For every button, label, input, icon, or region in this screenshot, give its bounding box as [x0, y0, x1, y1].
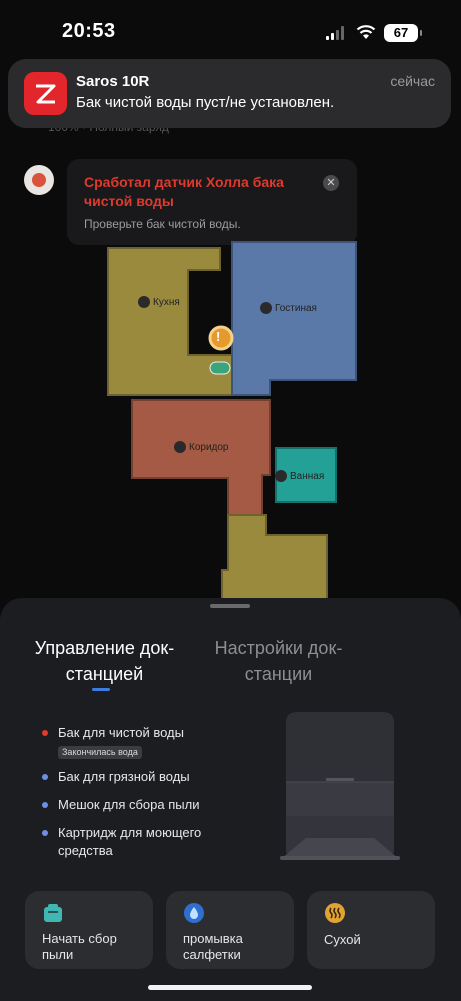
room-hall-area — [221, 514, 328, 601]
water-drop-icon — [184, 903, 204, 923]
room-name: Гостиная — [275, 302, 317, 314]
action-label: Начать сбор пыли — [42, 931, 117, 962]
dock-station-image — [280, 712, 400, 860]
dock-status-list: Бак для чистой воды Закончилась вода Бак… — [40, 724, 265, 860]
room-label-bathroom[interactable]: Ванная — [275, 470, 324, 482]
wifi-icon — [356, 25, 376, 39]
robot-icon — [32, 173, 46, 187]
home-indicator[interactable] — [148, 985, 312, 990]
alert-title: Сработал датчик Холла бака чистой воды — [84, 174, 284, 209]
warning-icon[interactable]: ! — [216, 329, 220, 344]
notification-app-name: Saros 10R — [76, 73, 150, 90]
heat-waves-icon — [325, 903, 345, 923]
action-label: промывка салфетки — [183, 931, 243, 962]
active-tab-indicator — [92, 688, 110, 691]
dust-bin-icon — [44, 904, 62, 922]
close-icon[interactable]: ✕ — [323, 175, 339, 191]
room-label-kitchen[interactable]: Кухня — [138, 296, 180, 308]
status-detergent-cartridge: Картридж для моющего средства — [40, 824, 230, 860]
dock-marker — [209, 361, 231, 375]
start-dust-collection-button[interactable]: Начать сбор пыли — [25, 891, 153, 969]
tab-dock-settings[interactable]: Настройки док-станции — [196, 635, 361, 687]
status-dot-ok — [42, 802, 48, 808]
floor-map[interactable]: Кухня Гостиная Коридор Ванная ! — [0, 230, 461, 610]
room-label-living[interactable]: Гостиная — [260, 302, 317, 314]
sheet-grabber[interactable] — [210, 604, 250, 608]
tab-dock-control[interactable]: Управление док-станцией — [22, 635, 187, 687]
room-name: Коридор — [189, 441, 229, 453]
status-label: Бак для чистой воды — [58, 725, 184, 740]
dock-bottom-sheet: Управление док-станцией Настройки док-ст… — [0, 598, 461, 1001]
status-clean-water-tank: Бак для чистой воды Закончилась вода — [40, 724, 265, 760]
status-label: Мешок для сбора пыли — [58, 797, 200, 812]
room-name: Кухня — [153, 296, 180, 308]
floor-map-canvas — [107, 241, 357, 601]
action-label: Сухой — [324, 932, 361, 947]
status-dot-error — [42, 730, 48, 736]
room-living-area — [231, 241, 357, 396]
status-dirty-water-tank: Бак для грязной воды — [40, 768, 265, 786]
kitchen-icon — [138, 296, 150, 308]
notification-message: Бак чистой воды пуст/не установлен. — [76, 94, 335, 111]
status-label: Картридж для моющего средства — [58, 825, 202, 858]
room-name: Ванная — [290, 470, 325, 482]
room-label-corridor[interactable]: Коридор — [174, 441, 229, 453]
sofa-icon — [260, 302, 272, 314]
push-notification[interactable]: Saros 10R Бак чистой воды пуст/не устано… — [8, 59, 451, 128]
door-icon — [174, 441, 186, 453]
roborock-logo-icon — [36, 84, 56, 104]
notification-time: сейчас — [390, 73, 435, 89]
status-dot-ok — [42, 830, 48, 836]
bath-icon — [275, 470, 287, 482]
cellular-signal-icon — [326, 26, 344, 40]
dry-button[interactable]: Сухой — [307, 891, 435, 969]
status-dot-ok — [42, 774, 48, 780]
roborock-app-icon — [24, 72, 67, 115]
warning-marker — [208, 325, 234, 351]
robot-avatar[interactable] — [24, 165, 54, 195]
battery-indicator: 67 — [384, 24, 422, 42]
mop-wash-button[interactable]: промывка салфетки — [166, 891, 294, 969]
status-dust-bag: Мешок для сбора пыли — [40, 796, 265, 814]
status-label: Бак для грязной воды — [58, 769, 190, 784]
alert-subtitle: Проверьте бак чистой воды. — [84, 217, 241, 231]
clock: 20:53 — [62, 20, 116, 42]
status-bar: 20:53 67 — [0, 0, 461, 62]
room-corridor-area — [131, 399, 271, 516]
status-badge: Закончилась вода — [58, 746, 142, 759]
